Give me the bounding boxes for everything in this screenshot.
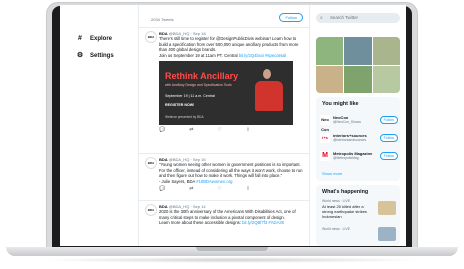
gallery-photo[interactable] <box>316 37 344 65</box>
tweet-link[interactable]: bit.ly/2QBf7f3 #ADA30 <box>242 220 284 225</box>
tweet-text: "Young women seeing other women in gover… <box>159 162 303 179</box>
interiors-sources-logo: i+s <box>320 133 330 143</box>
suggestion-handle: @MetropolisMag <box>333 156 359 160</box>
reply-icon[interactable]: 💬 <box>159 186 165 192</box>
follow-button[interactable]: Follow <box>379 116 398 124</box>
metropolis-logo: M <box>320 151 330 161</box>
trends-panel: What's happening World news · LIVE At le… <box>316 185 400 246</box>
tweet-actions: 💬 ⇄ ♡ ⇪ <box>159 186 303 192</box>
laptop-shadow <box>40 257 424 263</box>
trend-thumbnail[interactable] <box>378 201 396 215</box>
gear-icon: ⚙ <box>76 52 84 59</box>
trend-meta: World news · LIVE <box>322 227 351 231</box>
gallery-photo[interactable] <box>372 37 400 65</box>
tweet-count: 2034 Tweets <box>151 17 174 22</box>
follow-button[interactable]: Follow <box>279 13 303 22</box>
card-title: Rethink Ancillary <box>165 71 239 82</box>
card-presenter: Webinar presented by BDA <box>165 115 204 120</box>
like-icon[interactable]: ♡ <box>217 127 221 133</box>
follow-button[interactable]: Follow <box>379 152 398 160</box>
tweet-body: BDA @BDA_HQ · Sep 18 There's still time … <box>159 31 303 133</box>
tweet-text-2: Learn more about these accessible design… <box>159 220 303 226</box>
tweet-text: There's still time to register for @Desi… <box>159 36 299 53</box>
neocon-logo: Neo Con <box>320 115 330 132</box>
share-icon[interactable]: ⇪ <box>246 127 250 133</box>
tweet-text-line: Join us September 19 at 11am PT. Central <box>159 52 238 58</box>
avatar[interactable]: BDA <box>145 31 157 43</box>
media-gallery[interactable] <box>316 37 400 93</box>
tweet-link[interactable]: #10BDAwomen.org <box>196 179 232 184</box>
who-to-follow-panel: You might like Neo Con NeoCon @NeoCon_Sh… <box>316 97 400 181</box>
webinar-card-image[interactable]: Rethink Ancillary with Ancillary Design … <box>159 61 293 126</box>
sidebar-item-label: Explore <box>90 36 113 42</box>
follow-button[interactable]: Follow <box>379 134 398 142</box>
suggestion-item[interactable]: i+s interiors+sources @interiorsandsourc… <box>320 131 400 147</box>
laptop-frame: # Explore ⚙ Settings 2034 Tweets Follow … <box>0 0 464 269</box>
suggestion-item[interactable]: M Metropolis Magazine @MetropolisMag Fol… <box>320 149 400 165</box>
suggestion-handle: @NeoCon_Shows <box>333 120 361 124</box>
avatar[interactable]: BDA <box>145 204 157 216</box>
sidebar-item-settings[interactable]: ⚙ Settings <box>76 50 114 62</box>
sidebar-item-label: Settings <box>90 53 114 59</box>
red-chair-image <box>255 81 283 112</box>
share-icon[interactable]: ⇪ <box>246 186 250 192</box>
retweet-icon[interactable]: ⇄ <box>189 127 193 133</box>
trend-item[interactable]: World news · LIVE <box>322 227 372 232</box>
tweet-body: BDA @BDA_HQ · Sep 14 2020 is the 30th an… <box>159 204 303 226</box>
tweet-actions: 💬 ⇄ ♡ ⇪ <box>159 127 303 133</box>
left-sidebar: # Explore ⚙ Settings <box>60 5 138 246</box>
tweet-link[interactable]: bit.ly/2Q4bxxi #specdetail <box>239 53 286 58</box>
tweet-text-line: Learn more about these accessible design… <box>159 220 241 226</box>
avatar[interactable]: BDA <box>145 157 157 169</box>
tweet-divider <box>139 200 309 201</box>
tweet-text: 2020 is the 30th anniversary of the Amer… <box>159 209 296 220</box>
laptop-notch <box>196 247 268 251</box>
trend-thumbnail[interactable] <box>378 227 396 241</box>
search-icon: ⌕ <box>320 15 323 21</box>
hashtag-icon: # <box>78 35 82 42</box>
card-subtitle: with Ancillary Design and Specification … <box>165 83 232 88</box>
retweet-icon[interactable]: ⇄ <box>189 186 193 192</box>
show-more-link[interactable]: Show more <box>322 171 342 176</box>
gallery-photo[interactable] <box>316 65 344 93</box>
tweet-text-2: Join us September 19 at 11am PT. Central… <box>159 53 303 59</box>
right-sidebar: ⌕ Search Twitter You might like Neo Con … <box>310 5 406 246</box>
trend-text: At least 25 killed after a strong earthq… <box>322 204 367 219</box>
feed-header: 2034 Tweets Follow <box>139 5 309 28</box>
tweet-divider <box>139 153 309 154</box>
panel-title: You might like <box>322 101 359 107</box>
sidebar-item-explore[interactable]: # Explore <box>76 33 112 45</box>
gallery-photo[interactable] <box>372 65 400 93</box>
person-figure <box>263 69 271 80</box>
reply-icon[interactable]: 💬 <box>159 127 165 133</box>
tweet-text-line: - Julie Sayers, BDA <box>159 178 196 184</box>
panel-title: What's happening <box>322 189 369 195</box>
card-register: REGISTER NOW! <box>165 103 195 108</box>
tweet-body: BDA @BDA_HQ · Sep 16 "Young women seeing… <box>159 157 303 192</box>
search-placeholder: Search Twitter <box>330 15 358 20</box>
suggestion-item[interactable]: Neo Con NeoCon @NeoCon_Shows Follow <box>320 113 400 132</box>
profile-feed: 2034 Tweets Follow BDA BDA @BDA_HQ · Sep… <box>138 5 310 246</box>
trend-item[interactable]: World news · LIVE At least 25 killed aft… <box>322 199 372 219</box>
search-input[interactable]: ⌕ Search Twitter <box>316 13 400 23</box>
like-icon[interactable]: ♡ <box>217 186 221 192</box>
twitter-screen: # Explore ⚙ Settings 2034 Tweets Follow … <box>60 5 406 246</box>
tweet-text-2: - Julie Sayers, BDA #10BDAwomen.org <box>159 179 303 185</box>
gallery-photo[interactable] <box>344 65 372 93</box>
suggestion-handle: @interiorsandsources <box>333 138 367 142</box>
gallery-photo[interactable] <box>344 37 372 65</box>
card-date: September 19 | 11 a.m. Central <box>165 94 215 99</box>
